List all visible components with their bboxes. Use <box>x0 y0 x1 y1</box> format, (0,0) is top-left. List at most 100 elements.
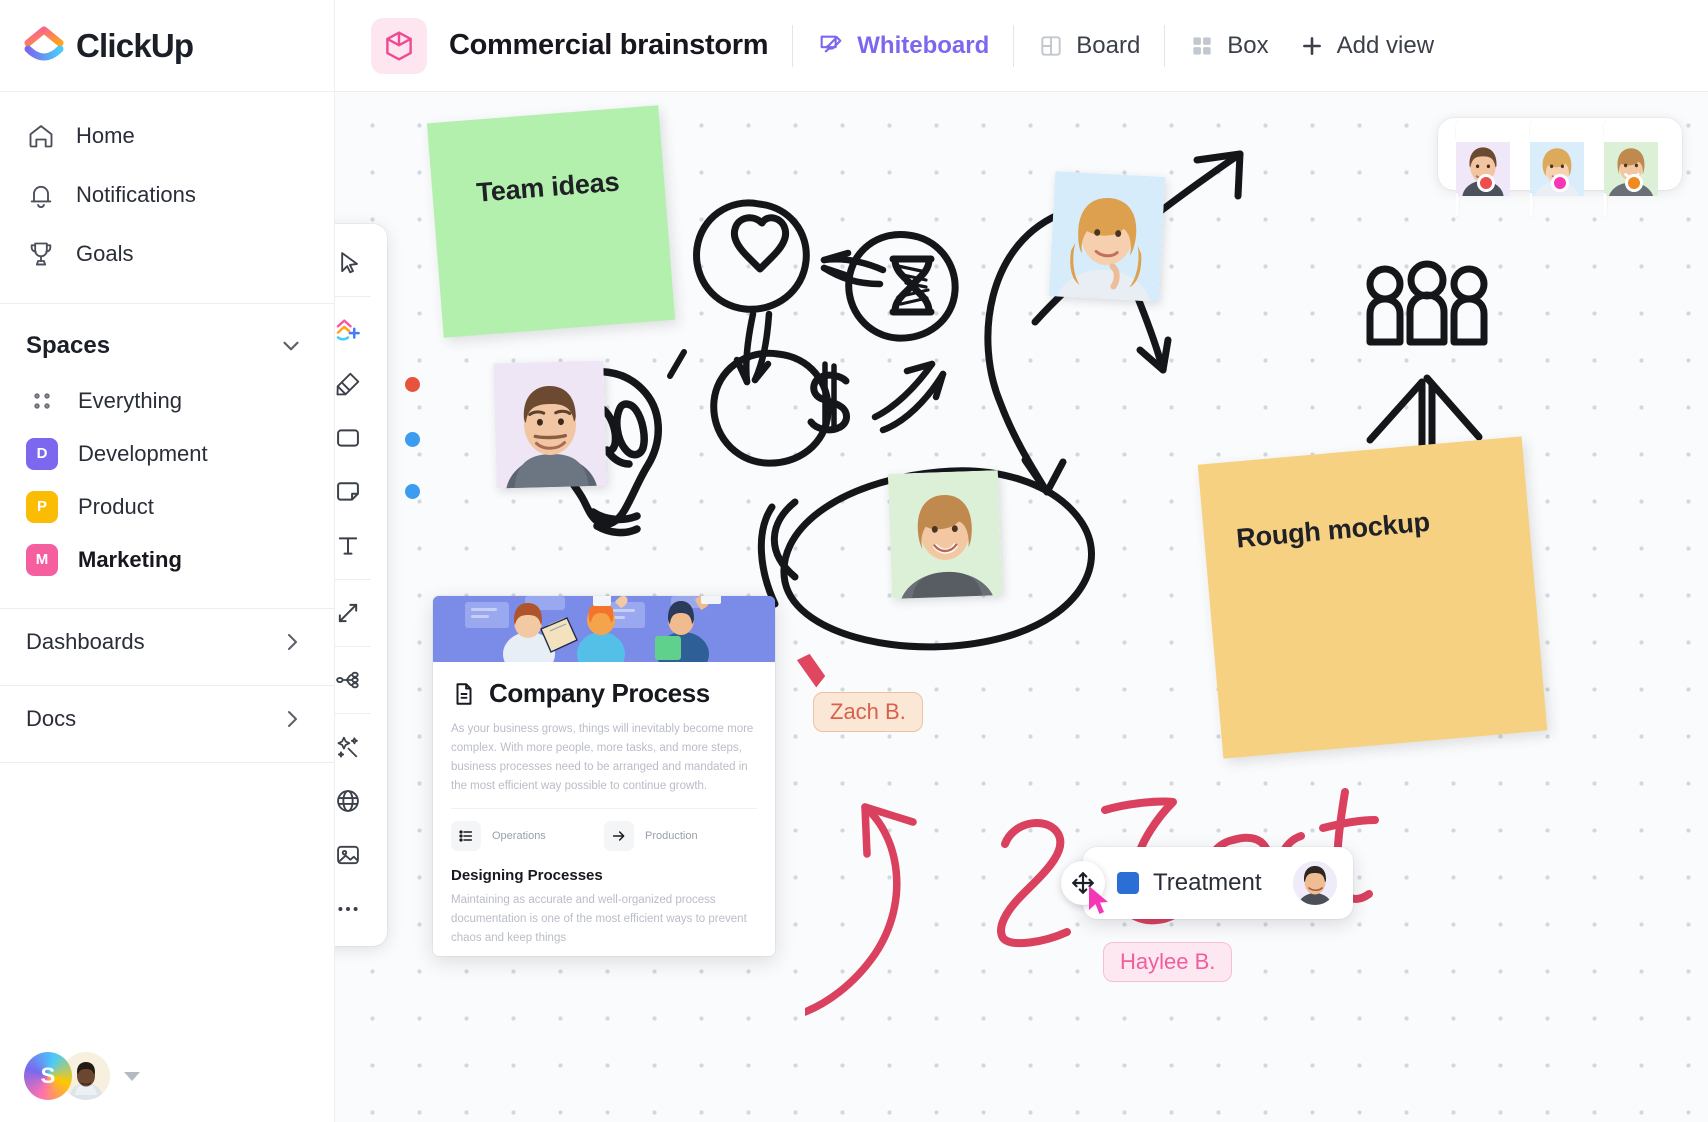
sidebar-item-development-label: Development <box>78 440 208 466</box>
sidebar-item-docs-label: Docs <box>26 706 77 731</box>
toolbar-sep-4 <box>335 713 371 714</box>
board-icon <box>1038 33 1064 59</box>
topbar: Commercial brainstorm Whiteboard Board B… <box>335 0 1708 92</box>
bell-icon <box>26 180 56 210</box>
connector-tool[interactable] <box>335 303 376 357</box>
cube-icon[interactable] <box>371 17 427 74</box>
cursor-label-haylee-text: Haylee B. <box>1120 949 1216 974</box>
photo-woman-blue[interactable] <box>1048 171 1166 302</box>
app-root: ClickUp Home Notifications Goals Spaces … <box>0 0 1708 1122</box>
add-view-button[interactable]: Add view <box>1299 32 1434 60</box>
tab-board-label: Board <box>1076 31 1141 59</box>
arrow-tool[interactable] <box>335 586 376 640</box>
spaces-list: Everything D Development P Product M Mar… <box>0 374 334 586</box>
photo-man-left[interactable] <box>493 360 607 489</box>
nav-item-home[interactable]: Home <box>0 106 334 165</box>
cursor-arrow-icon <box>335 249 362 277</box>
nav-item-goals[interactable]: Goals <box>0 224 334 283</box>
photo-woman-green[interactable] <box>887 470 1003 599</box>
pen-tool[interactable] <box>335 357 376 411</box>
sidebar-item-docs[interactable]: Docs <box>0 686 334 752</box>
caret-down-icon[interactable] <box>124 1071 140 1081</box>
embed-tool[interactable] <box>335 774 376 828</box>
cursor-label-haylee: Haylee B. <box>1103 942 1233 982</box>
tab-whiteboard-label: Whiteboard <box>857 31 990 59</box>
sticky-note-rough-mockup[interactable]: Rough mockup <box>1197 436 1548 759</box>
trophy-icon <box>26 239 56 269</box>
presence-status-dot-2 <box>1551 174 1569 192</box>
text-tool[interactable] <box>335 519 376 573</box>
brand[interactable]: ClickUp <box>0 0 334 92</box>
toolbar-sep-2 <box>335 579 371 580</box>
workspace-avatar[interactable]: S <box>24 1052 72 1100</box>
double-arrow-icon <box>335 599 362 627</box>
comment-dot-1[interactable] <box>405 377 420 392</box>
select-tool[interactable] <box>335 236 376 290</box>
whiteboard-icon <box>817 32 845 60</box>
add-view-label: Add view <box>1336 31 1435 59</box>
whiteboard-toolbar <box>335 224 387 946</box>
sidebar-divider-4 <box>0 762 334 763</box>
doc-card-title-row: Company Process <box>451 678 757 709</box>
tab-whiteboard[interactable]: Whiteboard <box>817 32 989 60</box>
doc-card-chip-operations[interactable]: Operations <box>451 820 604 851</box>
heart-circle-drawing <box>693 199 810 313</box>
sidebar-item-everything[interactable]: Everything <box>0 374 334 427</box>
presence-status-dot-1 <box>1477 174 1495 192</box>
presence-avatar-1[interactable] <box>1456 121 1516 216</box>
shapes-plus-icon <box>335 315 363 345</box>
ai-tool[interactable] <box>335 720 376 774</box>
avatar <box>1604 121 1664 216</box>
doc-card-chip-production-label: Production <box>645 829 698 842</box>
ellipsis-icon <box>335 895 362 923</box>
space-badge-product: P <box>26 490 58 523</box>
tab-box[interactable]: Box <box>1189 31 1269 60</box>
sticky-note-icon <box>335 478 362 506</box>
image-tool[interactable] <box>335 828 376 882</box>
task-card-treatment-label: Treatment <box>1153 869 1262 896</box>
rectangle-icon <box>335 424 362 452</box>
sidebar-item-dashboards[interactable]: Dashboards <box>0 609 334 675</box>
topbar-divider-1 <box>792 24 794 67</box>
mindmap-tool[interactable] <box>335 653 376 707</box>
tab-box-label: Box <box>1227 31 1269 59</box>
toolbar-sep-1 <box>335 296 371 297</box>
sidebar-item-marketing[interactable]: M Marketing <box>0 533 334 586</box>
comment-dot-2[interactable] <box>405 432 420 447</box>
chevron-down-icon[interactable] <box>278 333 304 359</box>
sidebar-item-product[interactable]: P Product <box>0 480 334 533</box>
assignee-avatar[interactable] <box>1293 861 1337 905</box>
spaces-header[interactable]: Spaces <box>0 304 334 374</box>
text-t-icon <box>335 532 362 560</box>
sticky-note-tool[interactable] <box>335 465 376 519</box>
arrow-heart-to-dollar <box>733 310 773 386</box>
sidebar-footer[interactable]: S <box>0 1030 334 1122</box>
presence-avatar-2[interactable] <box>1530 121 1590 216</box>
mindmap-icon <box>335 666 362 694</box>
nav-item-home-label: Home <box>76 122 135 148</box>
hourglass-circle-drawing <box>845 231 959 342</box>
task-card-treatment[interactable]: Treatment <box>1061 847 1353 919</box>
tab-board[interactable]: Board <box>1038 32 1140 60</box>
whiteboard-canvas[interactable]: Team ideas Rough mockup Company Process … <box>335 92 1708 1122</box>
sticky-note-team-ideas[interactable]: Team ideas <box>426 105 676 338</box>
arrow-cursor-icon <box>1087 885 1113 917</box>
space-badge-marketing: M <box>26 543 58 576</box>
topbar-divider-2 <box>1013 24 1015 67</box>
pen-cursor-icon <box>795 652 829 692</box>
presence-avatar-3[interactable] <box>1604 121 1664 216</box>
doc-card-company-process[interactable]: Company Process As your business grows, … <box>433 596 775 956</box>
comment-dot-3[interactable] <box>405 484 420 499</box>
sidebar-item-everything-label: Everything <box>78 387 182 413</box>
sidebar-item-development[interactable]: D Development <box>0 427 334 480</box>
arrow-hourglass-to-heart <box>820 249 887 288</box>
brand-name: ClickUp <box>76 26 194 64</box>
nav-item-notifications-label: Notifications <box>76 181 196 207</box>
nav-item-notifications[interactable]: Notifications <box>0 165 334 224</box>
rectangle-tool[interactable] <box>335 411 376 465</box>
more-tool[interactable] <box>335 882 376 936</box>
doc-card-subheading: Designing Processes <box>451 866 603 884</box>
doc-card-chip-production[interactable]: Production <box>604 820 757 851</box>
magic-wand-icon <box>335 733 362 761</box>
sidebar-item-product-label: Product <box>78 493 154 519</box>
